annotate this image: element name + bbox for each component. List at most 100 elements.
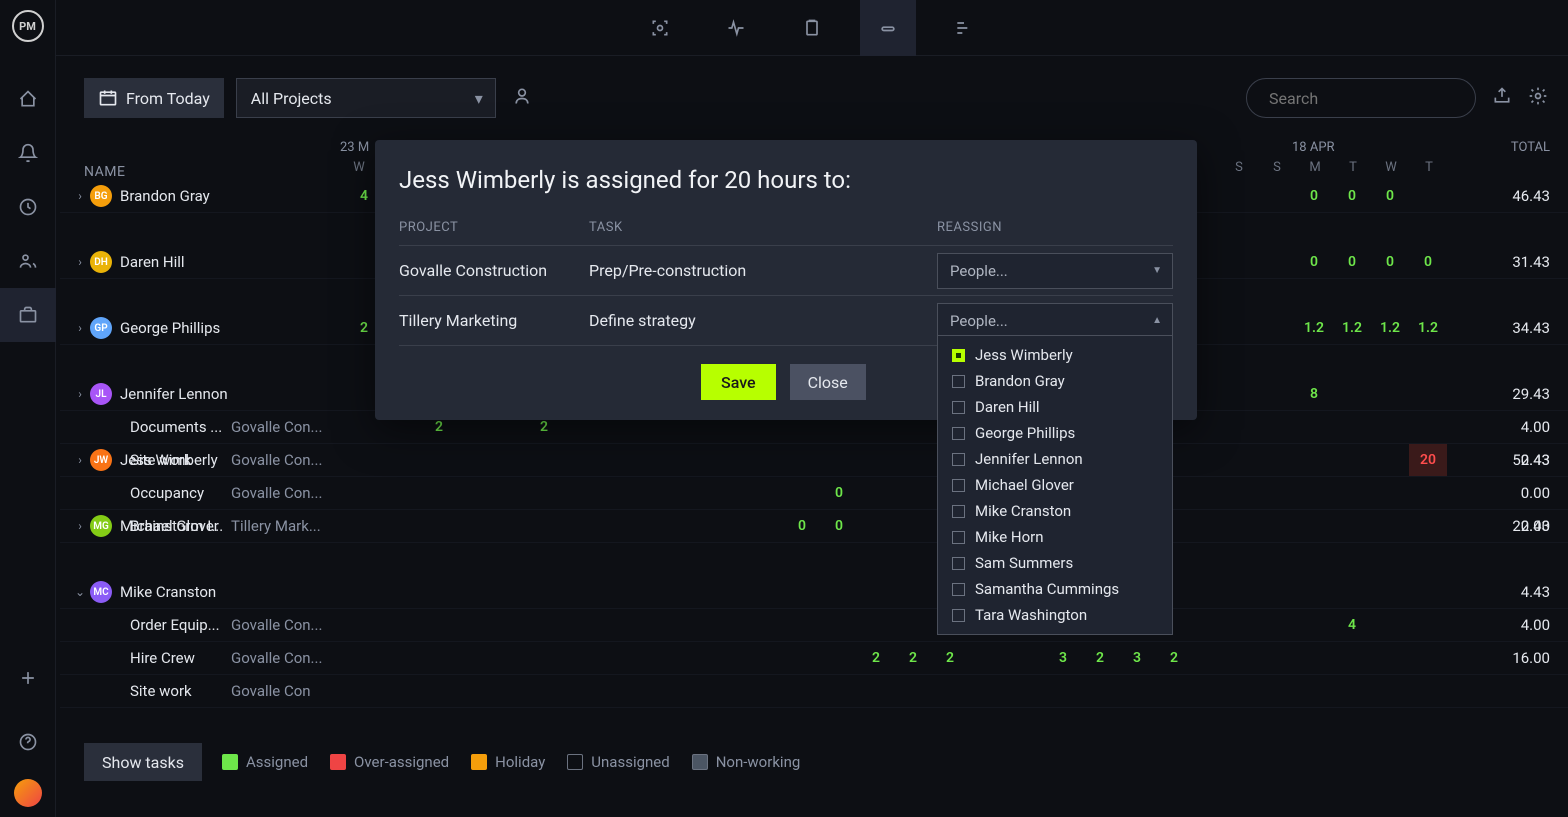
close-button[interactable]: Close (790, 364, 866, 400)
people-dropdown[interactable]: People...▼ (937, 253, 1173, 289)
people-dropdown-open[interactable]: People...▲ (937, 303, 1173, 339)
checkbox[interactable] (952, 531, 965, 544)
hours-cell[interactable]: 0 (1409, 246, 1447, 279)
task-name: Order Equip... (130, 616, 225, 634)
checkbox[interactable] (952, 401, 965, 414)
task-row[interactable]: Brainstorm I... Tillery Mark... 0.0000 (60, 510, 1568, 543)
task-row[interactable]: Site work Govalle Con (60, 675, 1568, 708)
settings-icon[interactable] (1528, 86, 1548, 110)
task-row[interactable]: Occupancy Govalle Con... 0.000 (60, 477, 1568, 510)
row-total: 34.43 (1512, 319, 1550, 337)
people-option[interactable]: Jennifer Lennon (938, 446, 1172, 472)
user-avatar[interactable] (14, 779, 42, 807)
hours-cell[interactable]: 0 (1333, 180, 1371, 213)
checkbox[interactable] (952, 479, 965, 492)
nav-add-icon[interactable] (0, 651, 56, 705)
people-option-label: Mike Horn (975, 528, 1044, 546)
people-option[interactable]: Daren Hill (938, 394, 1172, 420)
hours-cell[interactable]: 3 (1118, 642, 1156, 675)
hours-cell[interactable]: 0 (1295, 180, 1333, 213)
hours-cell[interactable]: 2 (1155, 642, 1193, 675)
export-icon[interactable] (1492, 86, 1512, 110)
modal-task-cell: Define strategy (589, 311, 937, 330)
view-clipboard-icon[interactable] (784, 0, 840, 56)
people-option-label: Mike Cranston (975, 502, 1071, 520)
hours-cell[interactable]: 8 (1295, 378, 1333, 411)
people-option[interactable]: Samantha Cummings (938, 576, 1172, 602)
expand-chevron-icon[interactable]: › (70, 189, 90, 203)
day-header: W (340, 160, 378, 175)
people-option-label: Samantha Cummings (975, 580, 1119, 598)
from-today-button[interactable]: From Today (84, 78, 224, 118)
nav-team-icon[interactable] (0, 234, 56, 288)
app-logo[interactable]: PM (12, 10, 44, 42)
view-activity-icon[interactable] (708, 0, 764, 56)
people-option[interactable]: Tara Washington (938, 602, 1172, 628)
nav-workload-icon[interactable] (0, 288, 56, 342)
person-name: Mike Cranston (120, 583, 216, 601)
task-project: Govalle Con (231, 682, 311, 700)
people-option-label: George Phillips (975, 424, 1075, 442)
people-option[interactable]: Michael Glover (938, 472, 1172, 498)
hours-cell[interactable]: 0 (1371, 246, 1409, 279)
expand-chevron-icon[interactable]: › (70, 387, 90, 401)
hours-cell[interactable]: 0 (1371, 180, 1409, 213)
person-filter-icon[interactable] (512, 86, 536, 110)
hours-cell[interactable]: 4 (1333, 609, 1371, 642)
expand-chevron-icon[interactable]: › (70, 321, 90, 335)
task-row[interactable]: Hire Crew Govalle Con... 16.002223232 (60, 642, 1568, 675)
view-link-icon[interactable] (860, 0, 916, 56)
person-avatar: JL (90, 383, 112, 405)
legend-item: Unassigned (567, 753, 669, 771)
projects-dropdown[interactable]: All Projects (236, 78, 496, 118)
people-option[interactable]: Brandon Gray (938, 368, 1172, 394)
people-option[interactable]: Mike Horn (938, 524, 1172, 550)
people-option[interactable]: Mike Cranston (938, 498, 1172, 524)
people-option[interactable]: Jess Wimberly (938, 342, 1172, 368)
view-scan-icon[interactable] (632, 0, 688, 56)
hours-cell[interactable]: 2 (931, 642, 969, 675)
save-button[interactable]: Save (701, 364, 776, 400)
person-row[interactable]: ⌄ MC Mike Cranston 4.43 (60, 576, 1568, 609)
nav-home-icon[interactable] (0, 72, 56, 126)
checkbox[interactable] (952, 583, 965, 596)
checkbox[interactable] (952, 557, 965, 570)
hours-cell[interactable]: 1.2 (1371, 312, 1409, 345)
hours-cell[interactable]: 0 (820, 477, 858, 510)
search-input[interactable] (1269, 89, 1472, 108)
checkbox[interactable] (952, 375, 965, 388)
hours-cell[interactable]: 1.2 (1409, 312, 1447, 345)
people-option[interactable]: George Phillips (938, 420, 1172, 446)
hours-cell[interactable]: 2 (894, 642, 932, 675)
view-gantt-icon[interactable] (936, 0, 992, 56)
hours-cell[interactable]: 1.2 (1295, 312, 1333, 345)
checkbox[interactable] (952, 609, 965, 622)
hours-cell[interactable]: 1.2 (1333, 312, 1371, 345)
people-option-label: Brandon Gray (975, 372, 1065, 390)
nav-time-icon[interactable] (0, 180, 56, 234)
nav-help-icon[interactable] (0, 715, 56, 769)
hours-cell[interactable]: 2 (857, 642, 895, 675)
show-tasks-button[interactable]: Show tasks (84, 743, 202, 781)
hours-cell[interactable]: 2 (1081, 642, 1119, 675)
expand-chevron-icon[interactable]: ⌄ (70, 585, 90, 599)
chevron-up-icon: ▲ (1152, 315, 1162, 326)
people-option[interactable]: Sam Summers (938, 550, 1172, 576)
checkbox[interactable] (952, 427, 965, 440)
expand-chevron-icon[interactable]: › (70, 255, 90, 269)
task-row[interactable]: Site work Govalle Con... 0.43 (60, 444, 1568, 477)
search-input-wrapper[interactable] (1246, 78, 1476, 118)
checkbox[interactable] (952, 349, 965, 362)
nav-alerts-icon[interactable] (0, 126, 56, 180)
hours-cell[interactable]: 0 (1295, 246, 1333, 279)
checkbox[interactable] (952, 453, 965, 466)
task-name: Documents ... (130, 418, 225, 436)
hours-cell[interactable]: 0 (783, 510, 821, 543)
date-header-2: 18 APR (1292, 140, 1335, 155)
hours-cell[interactable]: 0 (820, 510, 858, 543)
task-row[interactable]: Order Equip... Govalle Con... 4.004 (60, 609, 1568, 642)
chevron-down-icon: ▼ (1152, 265, 1162, 276)
hours-cell[interactable]: 3 (1044, 642, 1082, 675)
checkbox[interactable] (952, 505, 965, 518)
hours-cell[interactable]: 0 (1333, 246, 1371, 279)
